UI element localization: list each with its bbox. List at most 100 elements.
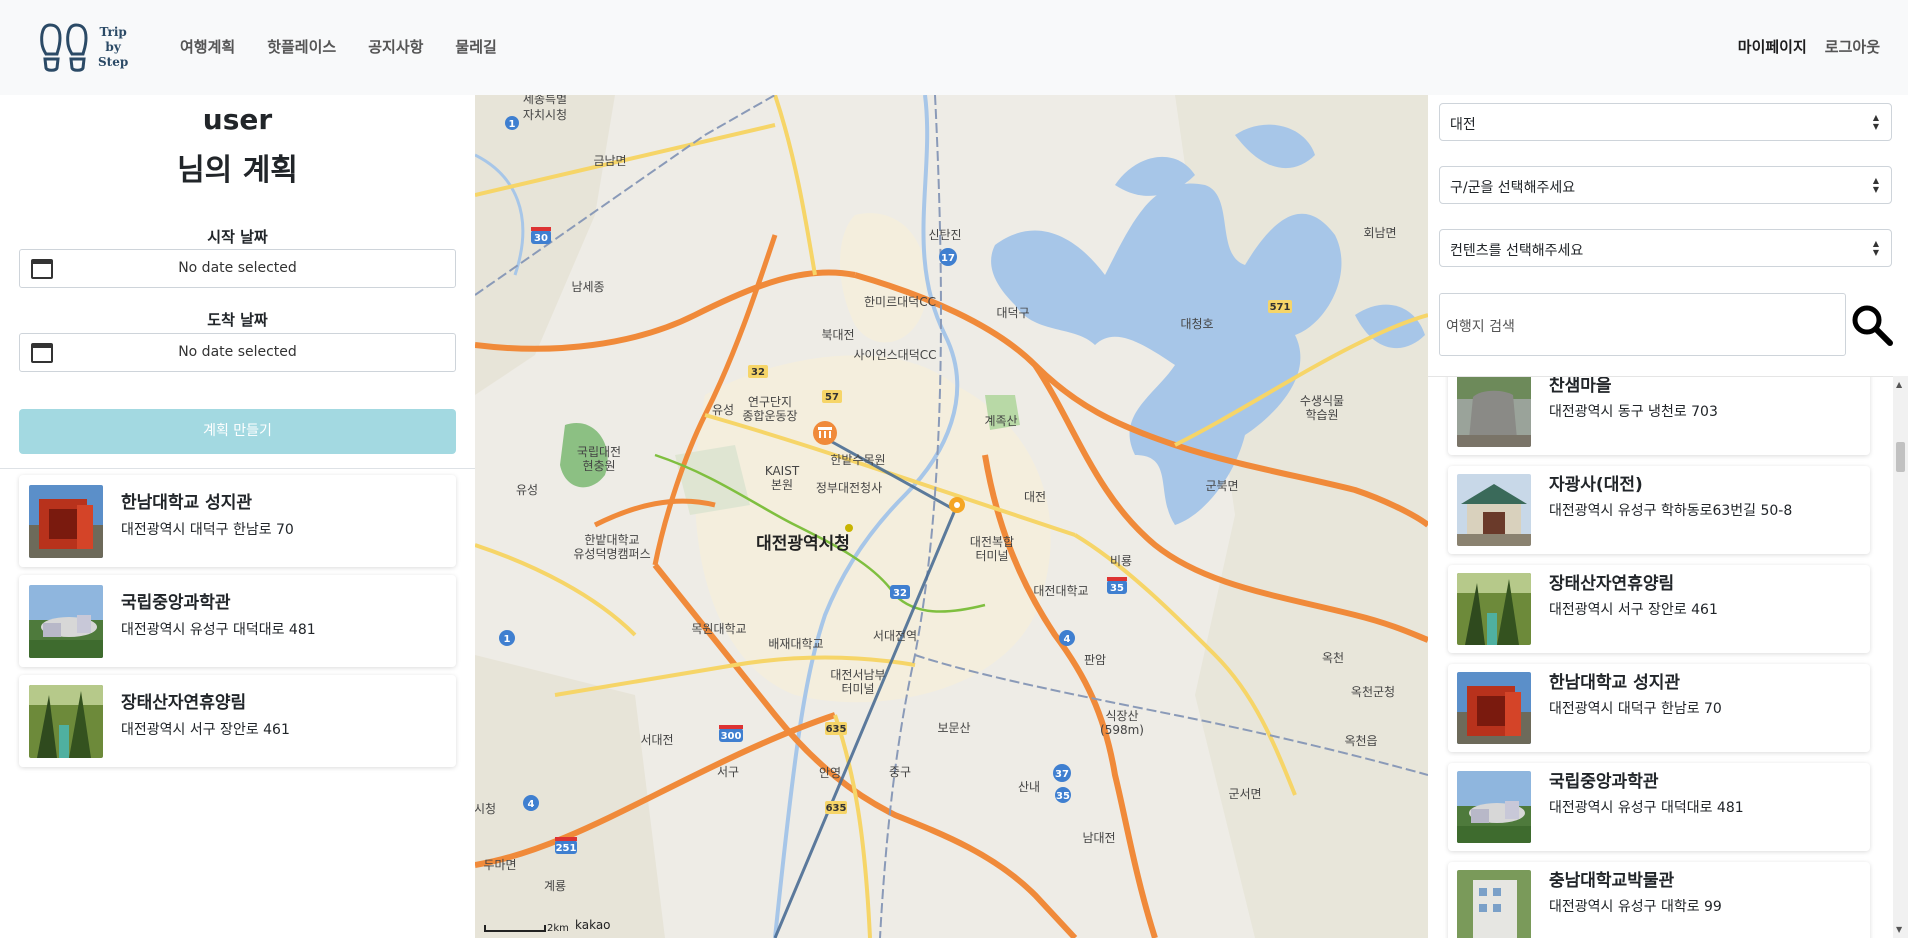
search-input[interactable]: 여행지 검색	[1439, 293, 1846, 356]
map-label: 유성덕명캠퍼스	[573, 547, 650, 561]
map-label: 사이언스대덕CC	[854, 348, 937, 362]
result-item[interactable]: 자광사(대전) 대전광역시 유성구 학하동로63번길 50-8	[1448, 466, 1870, 554]
location-pin-icon[interactable]	[949, 497, 965, 513]
map-label: 북대전	[821, 328, 854, 342]
road-number: 35	[1056, 791, 1070, 802]
map-canvas[interactable]: 1 30 17 32 57 571 32 35 1 4 300 635 635 …	[475, 95, 1428, 938]
select-arrows-icon: ▲ ▼	[1872, 113, 1879, 131]
map-view[interactable]: 1 30 17 32 57 571 32 35 1 4 300 635 635 …	[475, 95, 1428, 938]
search-button[interactable]	[1850, 303, 1894, 347]
place-thumbnail	[1457, 771, 1531, 843]
place-address: 대전광역시 서구 장안로 461	[121, 722, 290, 738]
scale-label: 2km	[547, 923, 569, 934]
map-label: 종합운동장	[742, 409, 797, 423]
road-number: 32	[751, 367, 765, 378]
map-label: 한미르대덕CC	[864, 295, 936, 309]
place-thumbnail	[29, 485, 103, 558]
map-label: 한밭대학교	[584, 533, 639, 547]
road-number: 300	[721, 731, 742, 742]
map-label: 옥천읍	[1344, 733, 1377, 748]
district-select[interactable]: 구/군을 선택해주세요 ▲ ▼	[1439, 166, 1892, 204]
nav-travel-plan[interactable]: 여행계획	[180, 36, 235, 57]
place-title: 찬샘마을	[1549, 376, 1612, 396]
search-icon	[1852, 305, 1893, 346]
brand-line: Step	[98, 54, 129, 69]
road-number: 4	[528, 799, 535, 810]
road-number: 57	[825, 392, 839, 403]
scroll-up-icon[interactable]: ▲	[1896, 380, 1902, 389]
road-number: 37	[1055, 769, 1069, 780]
nav-hotplace[interactable]: 핫플레이스	[267, 36, 336, 57]
place-address: 대전광역시 동구 냉천로 703	[1549, 404, 1718, 420]
place-thumbnail	[1457, 672, 1531, 744]
place-title: 국립중앙과학관	[121, 593, 231, 613]
place-thumbnail	[1457, 573, 1531, 645]
museum-marker-icon[interactable]	[813, 421, 837, 445]
main-nav: 여행계획 핫플레이스 공지사항 물레길	[180, 36, 497, 57]
map-label: 두마면	[483, 858, 516, 872]
plan-heading: 님의 계획	[177, 153, 298, 188]
create-plan-button[interactable]: 계획 만들기	[19, 409, 456, 454]
start-date-picker[interactable]: No date selected	[19, 249, 456, 288]
content-select[interactable]: 컨텐츠를 선택해주세요 ▲ ▼	[1439, 229, 1892, 267]
map-label: 대청호	[1180, 317, 1213, 331]
map-label: 터미널	[975, 549, 1008, 563]
result-item[interactable]: 한남대학교 성지관 대전광역시 대덕구 한남로 70	[1448, 664, 1870, 752]
road-number: 1	[509, 119, 516, 130]
result-item[interactable]: 국립중앙과학관 대전광역시 유성구 대덕대로 481	[1448, 763, 1870, 851]
plan-item[interactable]: 국립중앙과학관 대전광역시 유성구 대덕대로 481	[19, 575, 456, 667]
result-item[interactable]: 장태산자연휴양림 대전광역시 서구 장안로 461	[1448, 565, 1870, 653]
place-address: 대전광역시 유성구 대덕대로 481	[1549, 800, 1744, 816]
start-date-value: No date selected	[178, 260, 297, 276]
place-title: 장태산자연휴양림	[1549, 574, 1675, 594]
map-label: 자치시청	[523, 108, 567, 122]
road-number: 30	[534, 233, 548, 244]
start-date-label: 시작 날짜	[207, 228, 268, 246]
map-label: 세종특별	[523, 95, 567, 106]
map-label: 남대전	[1082, 831, 1115, 845]
map-label: 산내	[1018, 780, 1040, 794]
road-number: 32	[893, 588, 907, 599]
map-label: 보문산	[937, 721, 970, 735]
map-label: 신탄진	[928, 228, 961, 242]
nav-water-trail[interactable]: 물레길	[455, 36, 496, 57]
end-date-picker[interactable]: No date selected	[19, 333, 456, 372]
place-thumbnail	[1457, 474, 1531, 546]
search-results[interactable]: 찬샘마을 대전광역시 동구 냉천로 703 자광사(대전) 대전광역시 유성구 …	[1428, 376, 1908, 938]
region-select-value: 대전	[1450, 117, 1476, 133]
scroll-down-icon[interactable]: ▼	[1896, 925, 1902, 934]
place-address: 대전광역시 유성구 대학로 99	[1549, 899, 1722, 915]
scrollbar-thumb[interactable]	[1896, 442, 1905, 472]
end-date-value: No date selected	[178, 344, 297, 360]
map-label: 서대전역	[873, 629, 917, 643]
road-number: 4	[1064, 634, 1071, 645]
place-title: 한남대학교 성지관	[1549, 673, 1681, 693]
map-label: 대전	[1024, 490, 1046, 504]
road-number: 571	[1270, 302, 1291, 313]
region-select[interactable]: 대전 ▲ ▼	[1439, 103, 1892, 141]
map-label: 국립대전	[577, 445, 621, 459]
map-label: 서대전	[640, 733, 673, 747]
map-label: 판암	[1084, 653, 1106, 667]
map-label: 군북면	[1205, 479, 1238, 493]
brand-logo[interactable]: Trip by Step	[38, 22, 128, 72]
place-title: 한남대학교 성지관	[121, 493, 253, 513]
result-item[interactable]: 찬샘마을 대전광역시 동구 냉천로 703	[1448, 376, 1870, 455]
road-number: 635	[826, 724, 847, 735]
map-label: 대덕구	[996, 306, 1029, 320]
result-item[interactable]: 충남대학교박물관 대전광역시 유성구 대학로 99	[1448, 862, 1870, 938]
select-arrows-icon: ▲ ▼	[1872, 176, 1879, 194]
nav-mypage[interactable]: 마이페이지	[1738, 36, 1807, 57]
results-scrollbar[interactable]: ▲ ▼	[1893, 376, 1908, 938]
city-hall-marker-icon	[845, 524, 853, 532]
nav-notice[interactable]: 공지사항	[368, 36, 423, 57]
map-city-label: 대전광역시청	[756, 533, 850, 554]
district-select-value: 구/군을 선택해주세요	[1450, 180, 1576, 196]
place-title: 충남대학교박물관	[1549, 871, 1675, 891]
brand-line: by	[105, 39, 121, 54]
place-title: 자광사(대전)	[1549, 475, 1643, 495]
nav-logout[interactable]: 로그아웃	[1825, 36, 1880, 57]
plan-item[interactable]: 한남대학교 성지관 대전광역시 대덕구 한남로 70	[19, 475, 456, 567]
plan-item[interactable]: 장태산자연휴양림 대전광역시 서구 장안로 461	[19, 675, 456, 767]
end-date-label: 도착 날짜	[207, 311, 268, 329]
